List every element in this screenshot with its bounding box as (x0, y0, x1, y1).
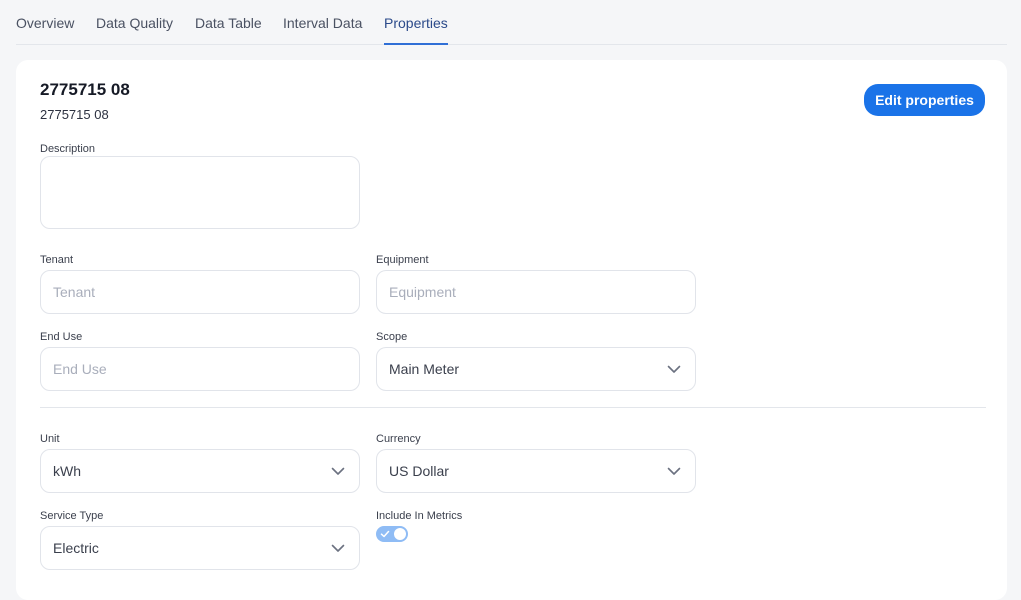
include-in-metrics-label: Include In Metrics (376, 510, 463, 522)
tenant-placeholder: Tenant (53, 284, 96, 300)
chevron-down-icon (331, 544, 345, 552)
service-type-select[interactable]: Electric (40, 526, 360, 570)
end-use-label: End Use (40, 331, 83, 343)
scope-select[interactable]: Main Meter (376, 347, 696, 391)
meter-title: 2775715 08 (40, 80, 130, 99)
properties-card: 2775715 08 2775715 08 Edit properties De… (16, 60, 1007, 600)
tab-data-quality[interactable]: Data Quality (96, 15, 173, 31)
description-label: Description (40, 143, 96, 155)
toggle-knob (394, 528, 406, 540)
currency-value: US Dollar (389, 463, 449, 479)
tab-properties[interactable]: Properties (384, 15, 448, 31)
chevron-down-icon (667, 365, 681, 373)
currency-label: Currency (376, 433, 421, 445)
description-textarea[interactable] (40, 156, 360, 229)
tenant-input[interactable]: Tenant (40, 270, 360, 314)
currency-select[interactable]: US Dollar (376, 449, 696, 493)
equipment-input[interactable]: Equipment (376, 270, 696, 314)
chevron-down-icon (667, 467, 681, 475)
section-divider (40, 407, 986, 408)
unit-select[interactable]: kWh (40, 449, 360, 493)
tab-overview[interactable]: Overview (16, 15, 74, 31)
equipment-placeholder: Equipment (389, 284, 456, 300)
tenant-label: Tenant (40, 254, 74, 266)
unit-value: kWh (53, 463, 81, 479)
equipment-label: Equipment (376, 254, 429, 266)
tab-interval-data[interactable]: Interval Data (283, 15, 362, 31)
meter-subtitle: 2775715 08 (40, 107, 109, 122)
end-use-placeholder: End Use (53, 361, 107, 377)
service-type-label: Service Type (40, 510, 104, 522)
service-type-value: Electric (53, 540, 99, 556)
scope-label: Scope (376, 331, 408, 343)
chevron-down-icon (331, 467, 345, 475)
active-tab-indicator (384, 43, 448, 45)
check-icon (380, 530, 390, 538)
scope-value: Main Meter (389, 361, 460, 377)
tab-bar: Overview Data Quality Data Table Interva… (16, 0, 1007, 45)
edit-properties-button[interactable]: Edit properties (864, 84, 985, 116)
tab-data-table[interactable]: Data Table (195, 15, 262, 31)
end-use-input[interactable]: End Use (40, 347, 360, 391)
unit-label: Unit (40, 433, 60, 445)
include-in-metrics-toggle[interactable] (376, 526, 408, 542)
